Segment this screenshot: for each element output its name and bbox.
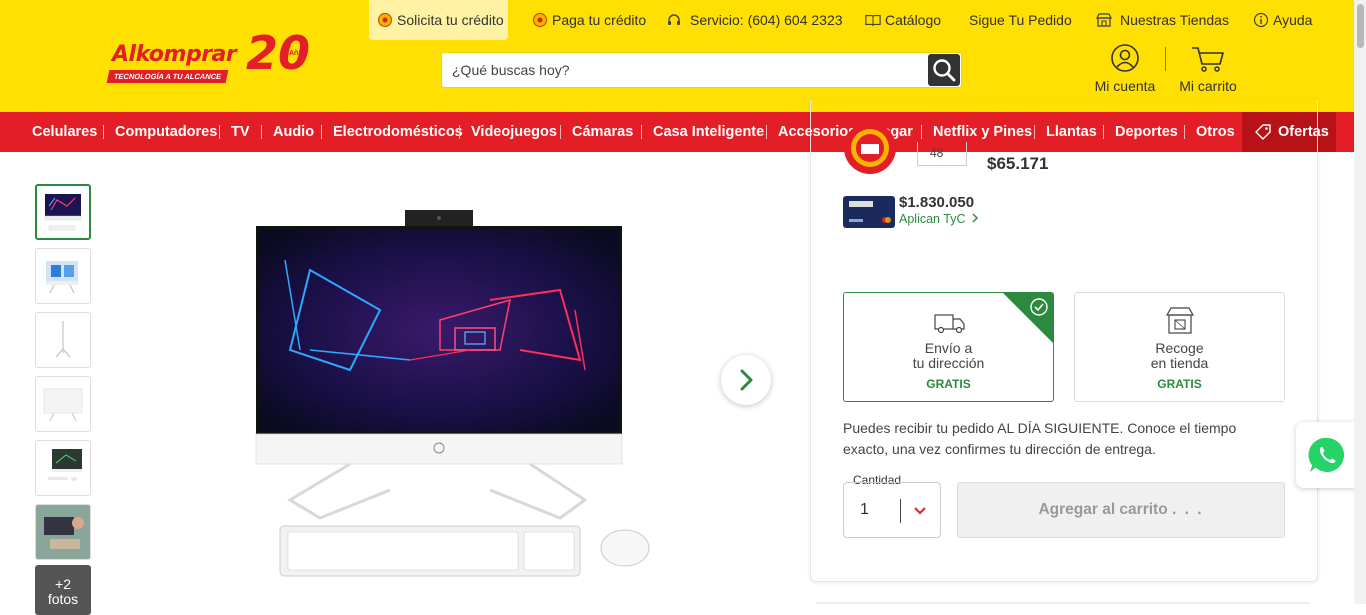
add-to-cart-label: Agregar al carrito [1038, 501, 1168, 518]
search-icon [933, 59, 956, 82]
nav-audio[interactable]: Audio [273, 112, 314, 152]
installments-value: 48 [930, 146, 944, 160]
my-cart-label: Mi carrito [1179, 78, 1237, 94]
product-thumbnail-image [36, 505, 90, 559]
thumbnail-6[interactable] [35, 504, 91, 560]
header: Alkomprar TECNOLOGÍA A TU ALCANCE 20 Año… [0, 0, 1366, 112]
home-delivery-price: GRATIS [926, 377, 971, 391]
thumbnail-5[interactable] [35, 440, 91, 496]
scrollbar-thumb[interactable] [1357, 4, 1364, 48]
credit-request-link[interactable]: Solicita tu crédito [369, 0, 508, 40]
thumbnail-2[interactable] [35, 248, 91, 304]
store-icon [1096, 13, 1112, 27]
nav-separator [641, 125, 642, 139]
nav-separator [560, 125, 561, 139]
thumbnail-4[interactable] [35, 376, 91, 432]
terms-link[interactable]: Aplican TyC [899, 212, 979, 226]
product-thumbnail-image [48, 449, 82, 481]
track-order-label: Sigue Tu Pedido [969, 12, 1072, 28]
thumbnail-1[interactable] [35, 184, 91, 240]
stores-link[interactable]: Nuestras Tiendas [1096, 0, 1229, 40]
installments-select[interactable]: 48 [917, 142, 967, 166]
service-phone-label: Servicio: (604) 604 2323 [690, 12, 843, 28]
nav-separator [321, 125, 322, 139]
product-thumbnail-image [43, 388, 83, 422]
home-delivery-title: Envío a tu dirección [912, 340, 985, 371]
nav-separator [219, 125, 220, 139]
logo-wordmark: Alkomprar [112, 42, 237, 67]
delivery-info-text: Puedes recibir tu pedido AL DÍA SIGUIENT… [843, 420, 1237, 457]
help-label: Ayuda [1273, 12, 1313, 28]
quantity-stepper[interactable]: 1 [843, 482, 941, 538]
store-pickup-price: GRATIS [1157, 377, 1202, 391]
nav-separator [261, 125, 262, 139]
catalog-link[interactable]: Catálogo [865, 0, 941, 40]
more-photos-label: +2 fotos [47, 576, 79, 607]
cuotas-badge-icon [844, 124, 896, 174]
terms-label: Aplican TyC [899, 212, 966, 226]
catalog-label: Catálogo [885, 12, 942, 28]
coin-icon [532, 12, 548, 28]
search-bar [441, 52, 962, 88]
coin-icon [377, 12, 393, 28]
product-thumbnail-image [46, 261, 78, 294]
nav-celulares[interactable]: Celulares [32, 112, 97, 152]
book-icon [865, 14, 881, 27]
card-price: $1.830.050 [899, 194, 975, 211]
nav-tv[interactable]: TV [231, 112, 250, 152]
pay-credit-label: Paga tu crédito [552, 12, 647, 28]
info-icon [1253, 12, 1269, 28]
my-cart-link[interactable]: Mi carrito [1176, 44, 1240, 94]
nav-computadores[interactable]: Computadores [115, 112, 217, 152]
store-pickup-icon [1165, 307, 1195, 334]
add-to-cart-button[interactable]: Agregar al carrito . . . [957, 482, 1285, 538]
nav-electrodomesticos[interactable]: Electrodomésticos [333, 112, 463, 152]
stores-label: Nuestras Tiendas [1120, 12, 1229, 28]
quantity-value: 1 [860, 501, 869, 518]
nav-camaras[interactable]: Cámaras [572, 112, 633, 152]
product-main-image[interactable] [240, 200, 680, 590]
chevron-down-icon[interactable] [912, 505, 928, 517]
logo-anniversary-label: Años [289, 50, 307, 57]
truck-icon [934, 314, 965, 334]
search-input[interactable] [442, 53, 927, 87]
whatsapp-icon [1308, 437, 1345, 472]
more-photos-button[interactable]: +2 fotos [35, 565, 91, 615]
chevron-right-icon [740, 369, 753, 391]
scrollbar-track[interactable] [1354, 0, 1366, 604]
headset-icon [668, 14, 680, 25]
installment-price: $65.171 [987, 154, 1049, 173]
service-phone-link[interactable]: Servicio: (604) 604 2323 [666, 0, 843, 40]
credit-request-label: Solicita tu crédito [397, 12, 504, 28]
chevron-right-icon [972, 213, 979, 223]
product-thumbnail-image [55, 321, 71, 358]
quantity-divider [900, 499, 901, 523]
my-account-link[interactable]: Mi cuenta [1092, 44, 1158, 94]
track-order-link[interactable]: Sigue Tu Pedido [969, 0, 1072, 40]
check-circle-icon [1030, 298, 1048, 316]
store-pickup-option[interactable]: Recoge en tienda GRATIS [1074, 292, 1285, 402]
nav-videojuegos[interactable]: Videojuegos [471, 112, 557, 152]
search-button[interactable] [928, 54, 960, 86]
product-thumbnail-image [44, 194, 82, 231]
logo-tagline: TECNOLOGÍA A TU ALCANCE [106, 70, 229, 83]
thumbnail-3[interactable] [35, 312, 91, 368]
user-icon [1111, 44, 1139, 72]
alkomprar-logo[interactable]: Alkomprar TECNOLOGÍA A TU ALCANCE 20 Año… [106, 26, 323, 86]
pay-credit-link[interactable]: Paga tu crédito [532, 0, 646, 40]
loading-dots: . . . [1171, 501, 1204, 518]
cart-icon [1192, 47, 1224, 72]
home-delivery-option[interactable]: Envío a tu dirección GRATIS [843, 292, 1054, 402]
header-divider [1165, 47, 1166, 71]
my-account-label: Mi cuenta [1094, 78, 1156, 94]
nav-casa-inteligente[interactable]: Casa Inteligente [653, 112, 764, 152]
next-image-button[interactable] [721, 355, 771, 405]
credit-card-image [843, 196, 895, 228]
nav-separator [103, 125, 104, 139]
help-link[interactable]: Ayuda [1253, 0, 1312, 40]
nav-separator [766, 125, 767, 139]
nav-separator [459, 125, 460, 139]
store-pickup-title: Recoge en tienda [1150, 340, 1209, 371]
